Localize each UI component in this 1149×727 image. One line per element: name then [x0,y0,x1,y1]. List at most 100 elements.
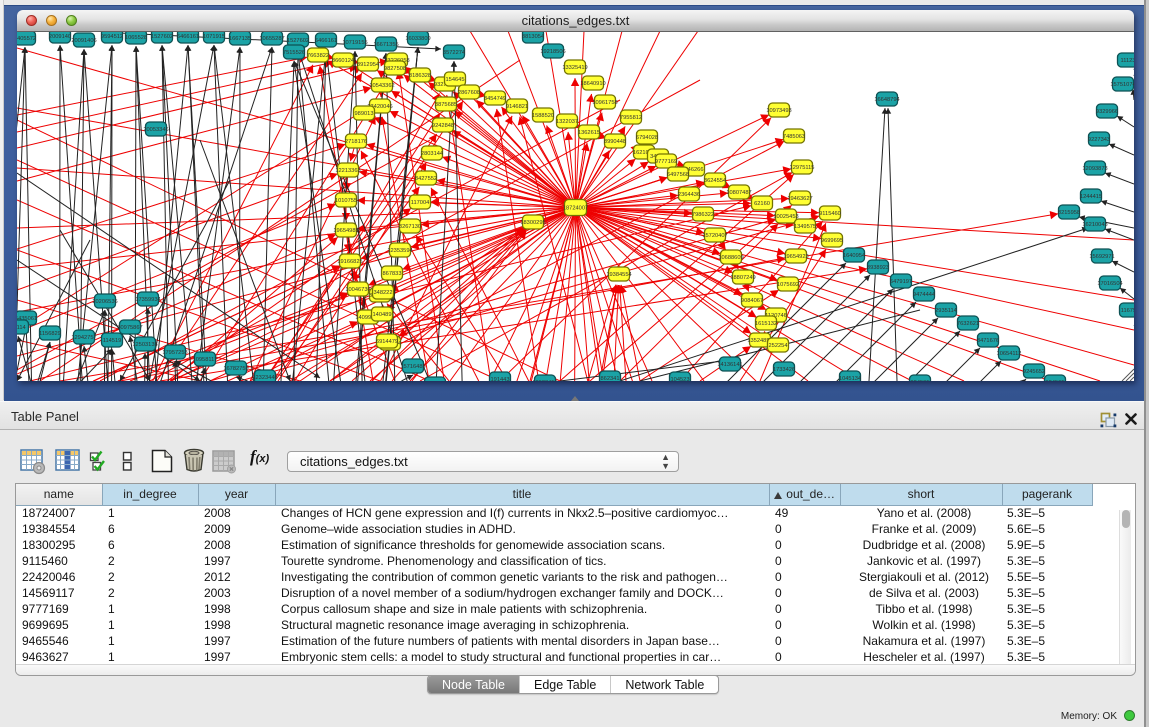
svg-text:7515526: 7515526 [283,50,305,56]
svg-text:1065528: 1065528 [125,35,147,41]
svg-text:10807487: 10807487 [726,190,751,196]
svg-text:1527602: 1527602 [287,38,309,44]
svg-text:140489: 140489 [373,312,392,318]
svg-text:13325419: 13325419 [562,65,587,71]
svg-text:116753: 116753 [1121,308,1134,314]
svg-text:191443: 191443 [491,377,510,381]
svg-text:9474444: 9474444 [913,292,935,298]
svg-text:12942757: 12942757 [71,335,96,341]
svg-text:17957253: 17957253 [162,350,187,356]
svg-text:1733426: 1733426 [773,367,795,373]
svg-text:862341: 862341 [601,376,620,381]
svg-text:6497568: 6497568 [667,172,689,178]
svg-text:2803144: 2803144 [421,151,443,157]
svg-text:1588520: 1588520 [532,113,554,119]
svg-text:18300295: 18300295 [520,220,545,226]
svg-text:12975115: 12975115 [790,165,815,171]
svg-text:1322037: 1322037 [556,119,578,125]
svg-text:6466161: 6466161 [177,34,199,40]
svg-text:1045134: 1045134 [839,376,861,381]
svg-text:1156829: 1156829 [39,331,61,337]
svg-text:1405572: 1405572 [17,36,36,42]
svg-text:9115460: 9115460 [819,211,841,217]
svg-text:8813054: 8813054 [522,34,544,40]
svg-text:18640910: 18640910 [580,81,605,87]
svg-text:1071915: 1071915 [203,34,225,40]
svg-text:18807249: 18807249 [730,275,755,281]
svg-text:1075692: 1075692 [777,282,799,288]
svg-text:16033809: 16033809 [405,36,430,42]
svg-text:10958117: 10958117 [193,357,218,363]
svg-text:16782759: 16782759 [223,366,248,372]
svg-text:6479197: 6479197 [890,279,912,285]
svg-text:19384554: 19384554 [606,272,631,278]
svg-text:19654985: 19654985 [333,228,358,234]
svg-text:20091406: 20091406 [71,38,96,44]
svg-text:1527602: 1527602 [151,34,173,40]
svg-text:348222: 348222 [374,290,393,296]
svg-text:10543362: 10543362 [369,83,394,89]
svg-text:1615132: 1615132 [755,321,777,327]
svg-text:10719155: 10719155 [342,40,367,46]
svg-text:15720407: 15720407 [702,233,727,239]
svg-text:17016504: 17016504 [1097,281,1122,287]
svg-text:12213363: 12213363 [335,168,360,174]
svg-text:9594512: 9594512 [101,34,123,40]
svg-text:10973493: 10973493 [766,108,791,114]
svg-text:8660124: 8660124 [332,58,354,64]
svg-text:20053346: 20053346 [143,127,168,133]
svg-text:17359934: 17359934 [135,297,160,303]
svg-text:7955812: 7955812 [620,115,642,121]
svg-text:1667135: 1667135 [229,36,251,42]
svg-text:14136141: 14136141 [717,362,742,368]
svg-text:154645: 154645 [446,77,465,83]
svg-text:9827508: 9827508 [384,66,406,72]
svg-text:2935114: 2935114 [935,308,957,314]
svg-text:6794028: 6794028 [636,135,658,141]
svg-text:12093873: 12093873 [1082,166,1107,172]
svg-text:2364436: 2364436 [678,192,700,198]
svg-text:252254: 252254 [769,343,788,349]
svg-text:117004: 117004 [411,200,430,206]
svg-text:989013: 989013 [355,111,374,117]
svg-text:62160: 62160 [754,201,770,207]
svg-text:12503135: 12503135 [132,342,157,348]
svg-text:9777169: 9777169 [655,159,677,165]
svg-text:2718176: 2718176 [345,139,367,145]
svg-text:8186328: 8186328 [409,73,431,79]
svg-text:3875685: 3875685 [435,102,457,108]
svg-text:20206536: 20206536 [92,299,117,305]
svg-text:9084067: 9084067 [741,298,763,304]
svg-text:15751074: 15751074 [1110,82,1134,88]
svg-text:18724007: 18724007 [563,206,588,212]
svg-text:10961758: 10961758 [592,100,617,106]
svg-text:12923456: 12923456 [532,380,557,381]
svg-text:2009140: 2009140 [49,34,71,40]
svg-text:9329966: 9329966 [1096,109,1118,115]
svg-text:114519: 114519 [103,338,122,344]
svg-text:8471676: 8471676 [977,338,999,344]
svg-text:19463627: 19463627 [787,196,812,202]
svg-text:867833: 867833 [383,271,402,277]
svg-text:16671355: 16671355 [373,42,398,48]
svg-text:3624554: 3624554 [704,178,726,184]
svg-text:1349575: 1349575 [794,224,816,230]
svg-text:1010755: 1010755 [335,198,357,204]
svg-text:3572274: 3572274 [443,50,465,56]
svg-text:8427552: 8427552 [415,176,437,182]
svg-text:924565: 924565 [1046,380,1065,381]
svg-text:1362615: 1362615 [578,130,600,136]
svg-text:9146821: 9146821 [506,104,528,110]
svg-text:10654112: 10654112 [997,351,1022,357]
svg-text:104523: 104523 [671,377,690,381]
svg-text:7663822: 7663822 [307,53,329,59]
svg-text:924505: 924505 [911,380,930,381]
svg-text:9242848: 9242848 [432,123,454,129]
svg-text:8938923: 8938923 [867,265,889,271]
svg-text:30975867: 30975867 [117,325,142,331]
svg-text:8912954: 8912954 [357,62,379,68]
svg-text:8990448: 8990448 [604,139,626,145]
svg-text:19654923: 19654923 [783,254,808,260]
svg-text:10688609: 10688609 [718,255,743,261]
svg-text:7986322: 7986322 [692,212,714,218]
